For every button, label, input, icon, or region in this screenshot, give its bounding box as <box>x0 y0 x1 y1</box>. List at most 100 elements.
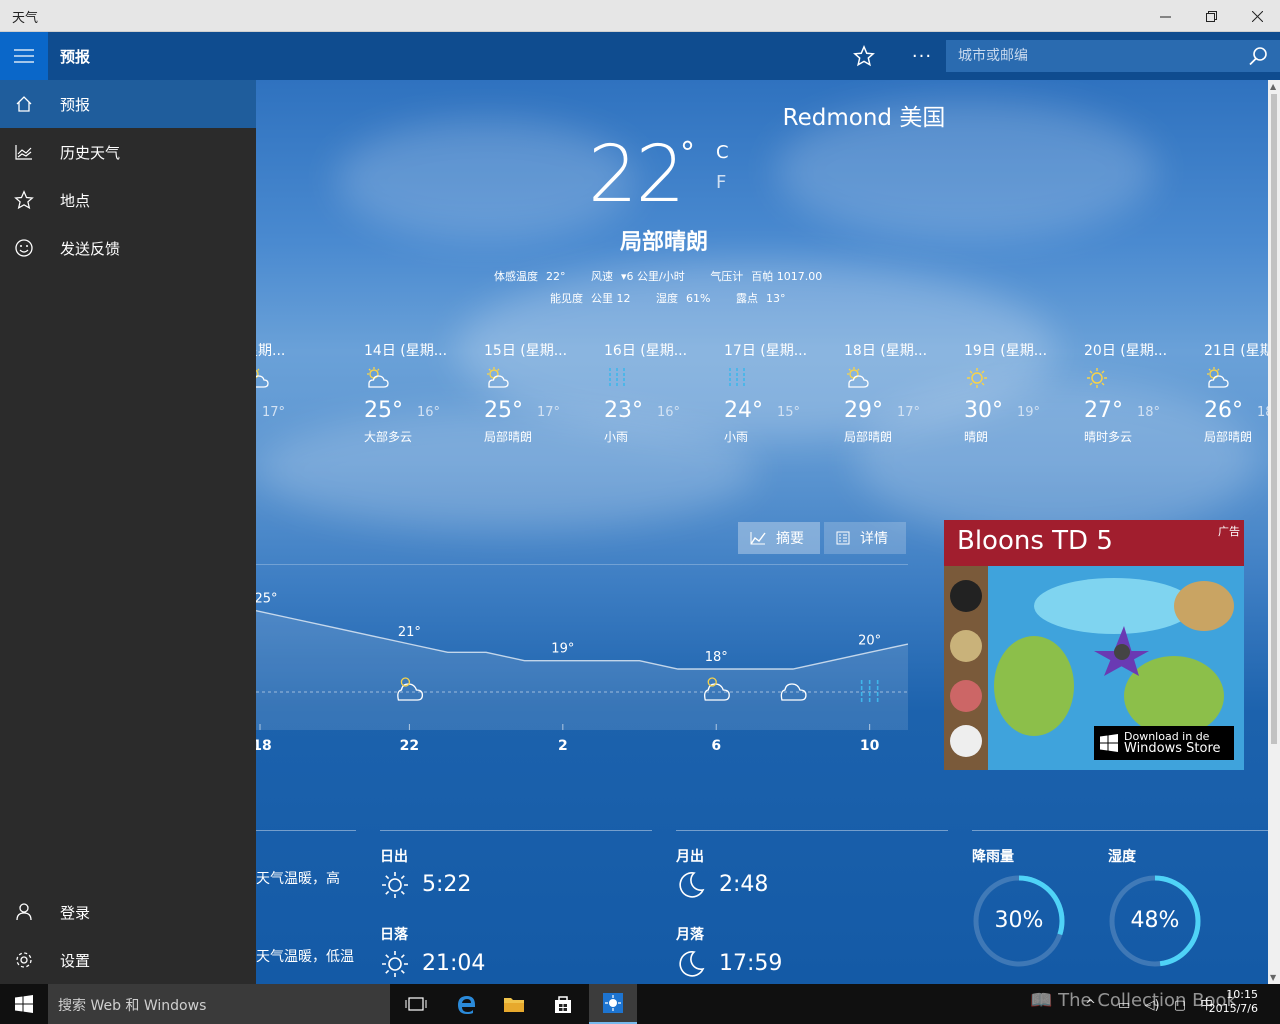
edge-button[interactable] <box>442 984 490 1024</box>
sidebar-item-settings[interactable]: 设置 <box>0 936 256 984</box>
chart-tick-label: 22 <box>400 738 419 754</box>
tab-summary[interactable]: 摘要 <box>738 522 820 554</box>
sunrise-icon <box>382 872 408 898</box>
forecast-condition: 晴朗 <box>964 430 989 444</box>
search-box[interactable] <box>946 40 1280 72</box>
scrollbar[interactable]: ▲ ▼ <box>1268 80 1280 984</box>
forecast-date: 21日 (星期 <box>1204 343 1268 359</box>
chart-value-label: 20° <box>858 633 881 648</box>
forecast-day[interactable]: 20日 (星期... 27° 18° 晴时多云 <box>1084 340 1199 444</box>
forecast-day[interactable]: 星期...17°朗 <box>256 340 359 444</box>
store-badge[interactable]: Download in de Windows Store <box>1094 726 1234 760</box>
sidebar-item-feedback[interactable]: 发送反馈 <box>0 224 256 272</box>
sidebar-item-label: 预报 <box>60 96 91 114</box>
divider <box>380 830 652 831</box>
sidebar-item-places[interactable]: 地点 <box>0 176 256 224</box>
sidebar-item-forecast[interactable]: 预报 <box>0 80 256 128</box>
chart-tick-label: 6 <box>711 738 721 754</box>
list-icon <box>836 531 850 545</box>
scroll-down-icon[interactable]: ▼ <box>1270 973 1276 982</box>
moonrise-value: 2:48 <box>719 872 769 897</box>
more-icon: ··· <box>911 45 933 67</box>
sidebar-item-label: 登录 <box>60 904 91 922</box>
forecast-day[interactable]: 19日 (星期... 30° 19° 晴朗 <box>964 340 1079 444</box>
close-button[interactable] <box>1234 0 1280 32</box>
forecast-low: 19° <box>1017 405 1041 420</box>
taskbar-search[interactable]: 搜索 Web 和 Windows <box>48 984 390 1024</box>
city-name: Redmond 美国 <box>782 105 946 131</box>
advertisement[interactable]: Bloons TD 5 广告 Download in de Windows Sto… <box>944 520 1244 770</box>
scroll-thumb[interactable] <box>1271 94 1277 744</box>
search-icon[interactable] <box>1248 46 1268 66</box>
ad-header: Bloons TD 5 广告 <box>944 520 1244 566</box>
weather-app-button[interactable] <box>589 984 637 1024</box>
forecast-condition: 大部多云 <box>364 430 413 444</box>
forecast-high: 25° <box>484 398 523 423</box>
restore-button[interactable] <box>1188 0 1234 32</box>
forecast-date: 20日 (星期... <box>1084 343 1168 359</box>
sun-icon <box>964 366 990 390</box>
window-title: 天气 <box>12 11 39 26</box>
forecast-day[interactable]: 14日 (星期... 25° 16° 大部多云 <box>364 340 479 444</box>
file-explorer-button[interactable] <box>490 984 538 1024</box>
sunrise-value: 5:22 <box>422 872 472 897</box>
forecast-day[interactable]: 21日 (星期 26° 18° 局部晴朗 <box>1204 340 1268 444</box>
forecast-date: 18日 (星期... <box>844 343 928 359</box>
more-button[interactable]: ··· <box>904 42 940 70</box>
moonset-value: 17:59 <box>719 951 783 976</box>
precip-label: 降雨量 <box>972 849 1014 865</box>
partly-sunny-icon <box>484 366 510 390</box>
forecast-date: 19日 (星期... <box>964 343 1048 359</box>
forecast-day[interactable]: 17日 (星期... 24° 15° 小雨 <box>724 340 839 444</box>
chart-tick-label: 18 <box>256 738 272 754</box>
sidebar-item-history[interactable]: 历史天气 <box>0 128 256 176</box>
tab-details-label: 详情 <box>860 531 888 547</box>
hamburger-button[interactable] <box>0 32 48 80</box>
start-button[interactable] <box>0 984 48 1024</box>
task-view-icon <box>405 997 427 1011</box>
task-view-button[interactable] <box>392 984 440 1024</box>
forecast-day[interactable]: 16日 (星期... 23° 16° 小雨 <box>604 340 719 444</box>
unit-celsius[interactable]: C <box>716 142 729 163</box>
store-button[interactable] <box>539 984 587 1024</box>
forecast-low: 15° <box>777 405 801 420</box>
forecast-day[interactable]: 15日 (星期... 25° 17° 局部晴朗 <box>484 340 599 444</box>
tab-summary-label: 摘要 <box>776 531 804 547</box>
forecast-high: 29° <box>844 398 883 423</box>
minimize-button[interactable] <box>1142 0 1188 32</box>
forecast-date: 星期... <box>256 343 286 359</box>
chart-value-label: 19° <box>551 642 574 657</box>
forecast-high: 25° <box>364 398 403 423</box>
forecast-day[interactable]: 18日 (星期... 29° 17° 局部晴朗 <box>844 340 959 444</box>
chart-value-label: 21° <box>398 625 421 640</box>
partly-sunny-icon <box>256 366 270 390</box>
sunrise-label: 日出 <box>380 849 408 865</box>
scroll-up-icon[interactable]: ▲ <box>1270 82 1276 91</box>
moonrise-label: 月出 <box>676 849 704 865</box>
precip-value: 30% <box>994 908 1044 933</box>
forecast-low: 17° <box>897 405 921 420</box>
forecast-high: 30° <box>964 398 1003 423</box>
forecast-low: 17° <box>262 405 286 420</box>
forecast-high: 26° <box>1204 398 1243 423</box>
current-condition: 局部晴朗 <box>619 230 708 255</box>
chart-area <box>256 610 908 730</box>
favorite-button[interactable] <box>846 42 882 70</box>
sidebar-item-signin[interactable]: 登录 <box>0 888 256 936</box>
forecast-date: 17日 (星期... <box>724 343 808 359</box>
search-input[interactable] <box>946 40 1236 72</box>
hourly-chart: 25° 18 21° 22 19° 2 18° 6 20° 10 <box>256 564 908 754</box>
unit-fahrenheit[interactable]: F <box>716 172 726 193</box>
forecast-low: 18° <box>1137 405 1161 420</box>
person-icon <box>16 903 32 921</box>
wind-label: 风速 <box>591 270 613 283</box>
sunset-value: 21:04 <box>422 951 486 976</box>
minimize-icon <box>1159 16 1171 17</box>
visibility-label: 能见度 <box>550 292 583 305</box>
sidebar-item-label: 发送反馈 <box>60 240 121 258</box>
degree-symbol: ° <box>680 136 695 171</box>
tab-details[interactable]: 详情 <box>824 522 906 554</box>
book-icon: 📖 <box>1030 990 1053 1011</box>
home-icon <box>16 96 32 112</box>
visibility-value: 公里 12 <box>591 292 631 305</box>
